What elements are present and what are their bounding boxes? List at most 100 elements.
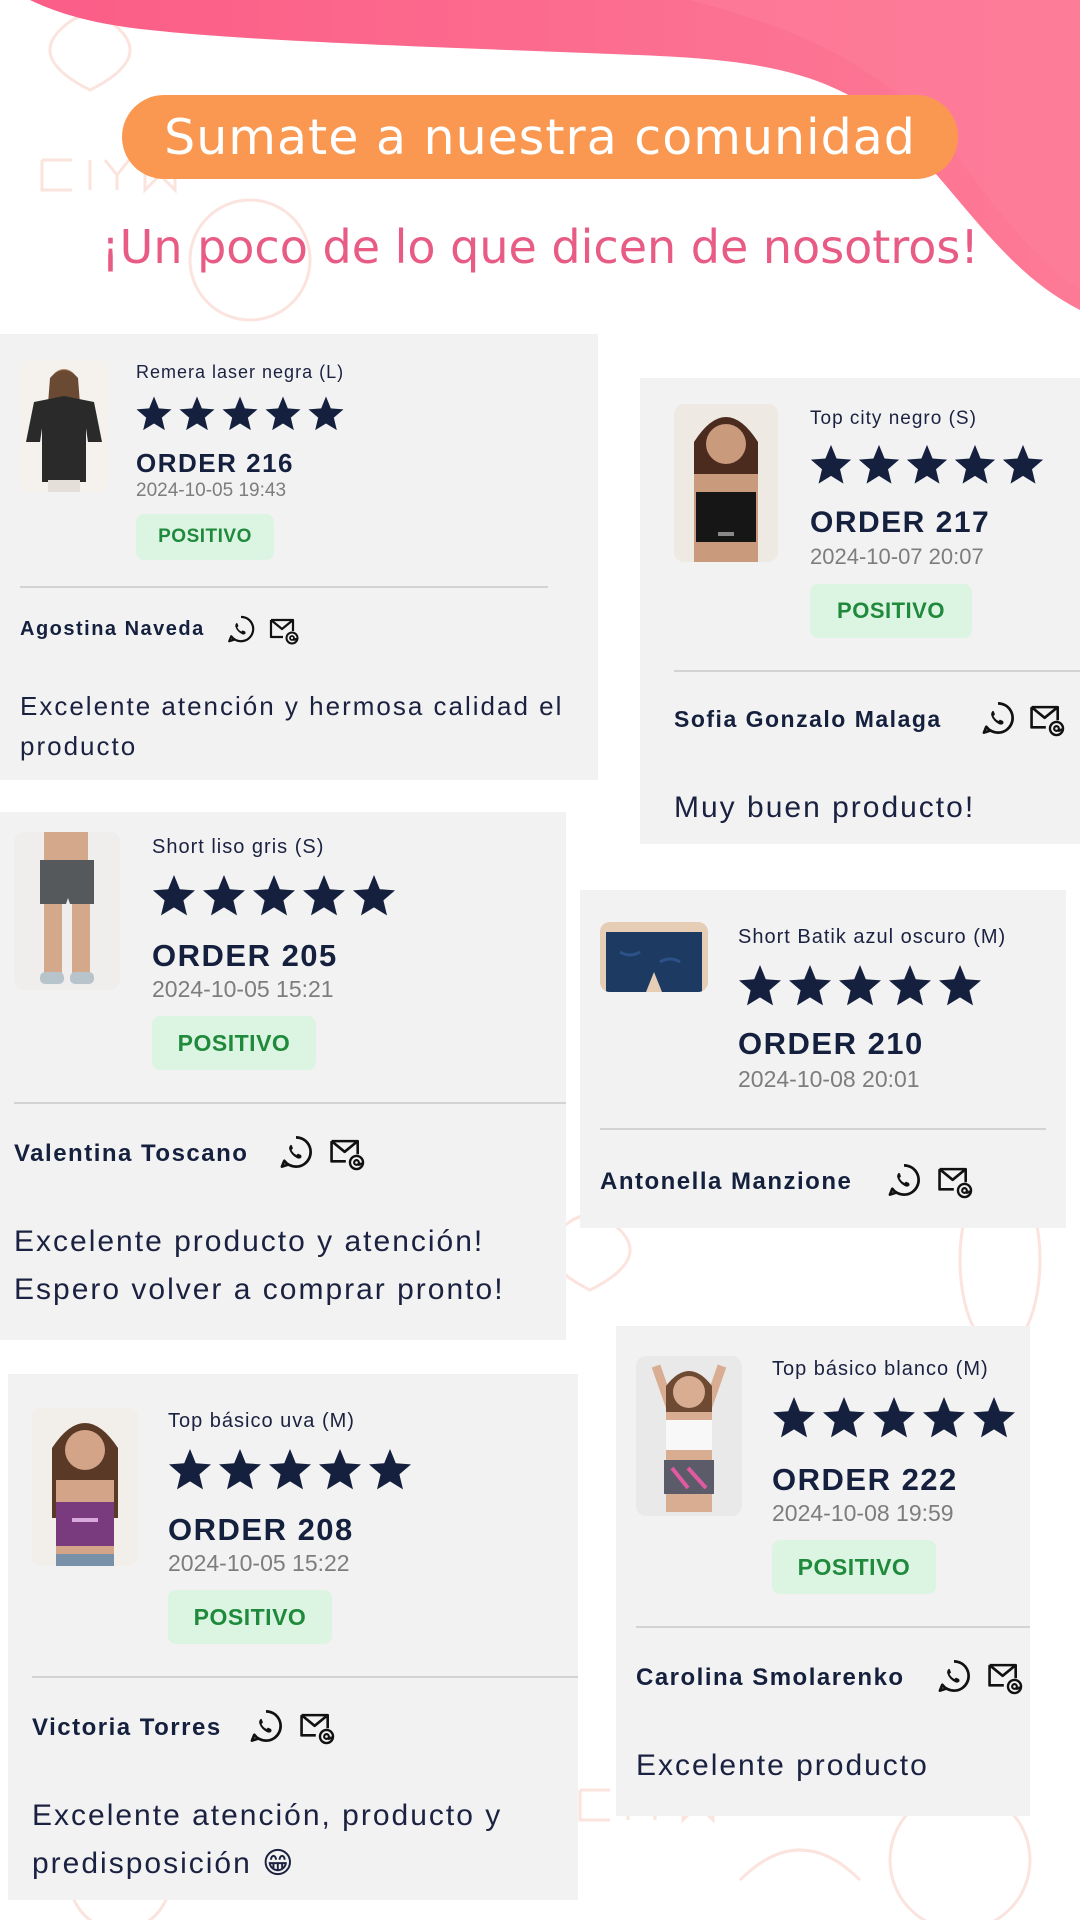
star-icon	[303, 875, 345, 916]
customer-name: Antonella Manzione	[600, 1168, 853, 1195]
whatsapp-icon[interactable]	[278, 1134, 314, 1175]
product-thumbnail	[20, 360, 108, 492]
star-icon	[889, 965, 931, 1006]
customer-name: Victoria Torres	[32, 1714, 222, 1741]
star-icon	[253, 875, 295, 916]
star-icon	[219, 1449, 261, 1490]
product-name: Remera laser negra (L)	[136, 362, 345, 382]
star-icon	[839, 965, 881, 1006]
order-date: 2024-10-05 15:22	[168, 1550, 350, 1576]
product-thumbnail	[32, 1408, 138, 1566]
card-divider	[32, 1676, 578, 1678]
order-number: ORDER 210	[738, 1026, 924, 1061]
star-icon	[1002, 444, 1044, 484]
customer-name: Agostina Naveda	[20, 618, 205, 640]
testimonials-subtitle: ¡Un poco de lo que dicen de nosotros!	[101, 220, 979, 274]
product-name: Top básico uva (M)	[168, 1410, 355, 1432]
status-badge: POSITIVO	[168, 1590, 332, 1644]
status-badge: POSITIVO	[152, 1016, 316, 1070]
customer-name: Carolina Smolarenko	[636, 1664, 905, 1691]
order-date: 2024-10-05 19:43	[136, 480, 287, 501]
review-comment: Excelente producto y atención! Espero vo…	[14, 1225, 505, 1306]
status-badge: POSITIVO	[810, 584, 972, 638]
star-icon	[136, 396, 172, 431]
star-icon	[823, 1397, 865, 1438]
email-icon[interactable]	[268, 614, 300, 651]
review-comment: Excelente atención y hermosa calidad el …	[20, 691, 564, 761]
star-icon	[269, 1449, 311, 1490]
email-icon[interactable]	[986, 1658, 1024, 1701]
card-divider	[20, 586, 548, 588]
star-icon	[810, 444, 852, 484]
star-icon	[203, 875, 245, 916]
star-icon	[265, 396, 301, 431]
star-icon	[973, 1397, 1015, 1438]
product-name: Top básico blanco (M)	[772, 1358, 989, 1380]
star-icon	[873, 1397, 915, 1438]
star-icon	[858, 444, 900, 484]
review-card: Short Batik azul oscuro (M) ORDER 210 20…	[580, 890, 1066, 1228]
product-thumbnail	[636, 1356, 742, 1516]
star-icon	[222, 396, 258, 431]
email-icon[interactable]	[328, 1134, 366, 1177]
star-rating	[134, 394, 349, 434]
star-icon	[939, 965, 981, 1006]
product-name: Short Batik azul oscuro (M)	[738, 926, 1007, 948]
email-icon[interactable]	[298, 1708, 336, 1751]
review-comment: Excelente producto	[636, 1749, 929, 1782]
review-comment: Muy buen producto!	[674, 791, 976, 824]
whatsapp-icon[interactable]	[980, 700, 1016, 741]
product-thumbnail	[600, 922, 708, 992]
star-icon	[773, 1397, 815, 1438]
review-comment: Excelente atención, producto y predispos…	[32, 1799, 503, 1880]
order-number: ORDER 205	[152, 938, 338, 973]
status-badge: POSITIVO	[772, 1540, 936, 1594]
star-icon	[153, 875, 195, 916]
product-thumbnail	[14, 832, 120, 990]
whatsapp-icon[interactable]	[936, 1658, 972, 1699]
review-card: Top básico uva (M) ORDER 208 2024-10-05 …	[8, 1374, 578, 1900]
review-card: Top básico blanco (M) ORDER 222 2024-10-…	[616, 1326, 1030, 1816]
star-rating	[770, 1394, 1020, 1442]
star-icon	[319, 1449, 361, 1490]
product-thumbnail	[674, 404, 778, 562]
star-rating	[808, 442, 1048, 488]
product-name: Top city negro (S)	[810, 408, 977, 429]
status-badge: POSITIVO	[136, 514, 274, 560]
star-rating	[736, 962, 986, 1010]
order-date: 2024-10-08 20:01	[738, 1066, 920, 1092]
whatsapp-icon[interactable]	[248, 1708, 284, 1749]
star-icon	[169, 1449, 211, 1490]
customer-name: Valentina Toscano	[14, 1140, 249, 1167]
star-icon	[353, 875, 395, 916]
product-name: Short liso gris (S)	[152, 836, 325, 858]
star-icon	[739, 965, 781, 1006]
star-icon	[906, 444, 948, 484]
order-date: 2024-10-05 15:21	[152, 976, 334, 1002]
order-number: ORDER 208	[168, 1512, 354, 1547]
email-icon[interactable]	[936, 1162, 974, 1205]
card-divider	[636, 1626, 1030, 1628]
community-banner: Sumate a nuestra comunidad	[122, 95, 958, 179]
order-number: ORDER 217	[810, 506, 991, 539]
star-icon	[954, 444, 996, 484]
order-number: ORDER 222	[772, 1462, 958, 1497]
star-rating	[166, 1446, 416, 1494]
star-rating	[150, 872, 400, 920]
card-divider	[674, 670, 1080, 672]
card-divider	[600, 1128, 1046, 1130]
order-date: 2024-10-08 19:59	[772, 1500, 954, 1526]
star-icon	[369, 1449, 411, 1490]
review-card: Short liso gris (S) ORDER 205 2024-10-05…	[0, 812, 566, 1340]
whatsapp-icon[interactable]	[886, 1162, 922, 1203]
star-icon	[789, 965, 831, 1006]
review-card: Remera laser negra (L) ORDER 216 2024-10…	[0, 334, 598, 780]
email-icon[interactable]	[1028, 700, 1066, 743]
star-icon	[308, 396, 344, 431]
whatsapp-icon[interactable]	[226, 614, 256, 649]
star-icon	[179, 396, 215, 431]
customer-name: Sofia Gonzalo Malaga	[674, 706, 942, 732]
order-date: 2024-10-07 20:07	[810, 544, 984, 569]
card-divider	[14, 1102, 566, 1104]
star-icon	[923, 1397, 965, 1438]
